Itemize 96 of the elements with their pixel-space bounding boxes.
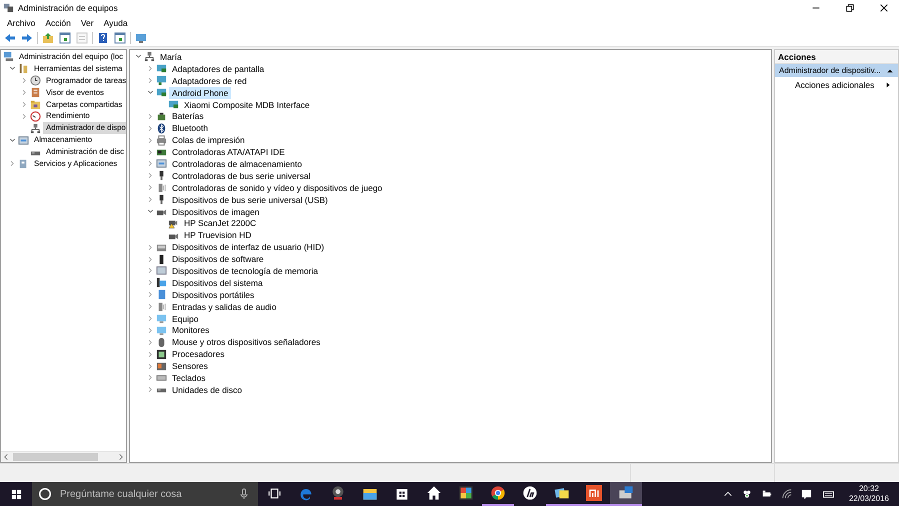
tree-item[interactable]: Dispositivos de bus serie universal (USB): [169, 194, 331, 206]
wifi-icon[interactable]: [782, 489, 792, 499]
monitor-icon: [156, 313, 167, 324]
speaker-icon: [156, 301, 167, 312]
windows-icon: [10, 488, 22, 500]
battery-icon: [156, 110, 167, 122]
tree-item[interactable]: Sensores: [169, 360, 211, 372]
menu-item[interactable]: Ayuda: [104, 18, 128, 28]
tree-item[interactable]: Controladoras de sonido y vídeo y dispositivos de juego: [169, 182, 386, 194]
home-icon[interactable]: [426, 485, 442, 501]
tiles-app-icon[interactable]: [458, 485, 474, 501]
console-tree-icon[interactable]: [114, 32, 126, 44]
tree-item[interactable]: Bluetooth: [169, 122, 211, 134]
bluetooth-icon: [156, 122, 167, 134]
help-icon[interactable]: [97, 32, 109, 44]
search-box[interactable]: Pregúntame cualquier cosa: [32, 482, 258, 506]
network-card-icon: [156, 75, 167, 86]
storage-icon: [156, 158, 167, 170]
tree-item[interactable]: Mouse y otros dispositivos señaladores: [169, 336, 324, 348]
notification-icon[interactable]: [800, 488, 812, 500]
close-icon: [879, 2, 889, 12]
tree-item[interactable]: Controladoras de almacenamiento: [169, 158, 305, 170]
assistant-circle-icon: [38, 487, 52, 501]
clock-icon: [30, 75, 41, 86]
keyboard-icon[interactable]: [820, 488, 836, 500]
speaker-icon: [156, 182, 167, 194]
menu-item[interactable]: Ver: [80, 18, 94, 28]
tree-item[interactable]: Colas de impresión: [169, 134, 248, 146]
tree-item[interactable]: Dispositivos de software: [169, 253, 267, 266]
tree-item[interactable]: Android Phone: [169, 86, 232, 99]
tree-item[interactable]: María: [157, 50, 185, 63]
menu-item[interactable]: Archivo: [7, 18, 36, 28]
tree-item[interactable]: Procesadores: [169, 348, 228, 360]
storage-icon: [18, 134, 29, 146]
cloud-sync-icon[interactable]: [742, 489, 752, 499]
computer-management-icon[interactable]: [618, 485, 634, 501]
services-icon: [18, 158, 29, 170]
memory-card-icon: [156, 265, 167, 276]
folder-icon: [30, 99, 41, 110]
mouse-icon: [156, 336, 167, 348]
app-icon: [3, 2, 14, 13]
back-arrow-icon[interactable]: [4, 32, 16, 44]
menu-item[interactable]: Acción: [45, 18, 71, 28]
submenu-triangle-icon: [885, 81, 892, 89]
network-icon: [30, 122, 41, 134]
task-view-icon: [268, 486, 280, 500]
tablet-icon: [156, 289, 167, 300]
keyboard-icon: [156, 372, 167, 384]
actions-header: Acciones: [775, 50, 898, 64]
photos-icon[interactable]: [554, 485, 570, 501]
tree-item[interactable]: Teclados: [169, 372, 209, 384]
monitor-icon[interactable]: [135, 32, 147, 44]
tree-item[interactable]: Dispositivos de tecnología de memoria: [169, 264, 321, 277]
microphone-icon: [238, 488, 250, 500]
action-link[interactable]: Acciones adicionales: [775, 77, 898, 93]
printer-icon: [156, 134, 167, 146]
card-icon: [156, 87, 167, 98]
tree-item[interactable]: Adaptadores de pantalla: [169, 62, 268, 75]
gauge-icon: [30, 110, 41, 122]
restore-icon: [845, 2, 855, 12]
card-icon: [156, 63, 167, 74]
tree-item[interactable]: Xiaomi Composite MDB Interface: [181, 98, 313, 111]
tree-item[interactable]: Equipo: [169, 312, 202, 325]
tree-item[interactable]: Monitores: [169, 324, 212, 336]
tree-item[interactable]: Controladoras ATA/ATAPI IDE: [169, 146, 288, 158]
tree-item[interactable]: Dispositivos del sistema: [169, 276, 266, 289]
tools-icon: [18, 63, 29, 74]
actions-section[interactable]: Administrador de dispositiv...: [775, 64, 898, 77]
system-folder-icon: [156, 277, 167, 288]
console-tree-icon[interactable]: [59, 32, 71, 44]
tree-item[interactable]: HP ScanJet 2200C: [181, 217, 260, 230]
tree-item[interactable]: HP Truevision HD: [181, 229, 254, 242]
tree-item[interactable]: Baterías: [169, 110, 207, 122]
webcam-icon[interactable]: [330, 485, 346, 501]
tree-item[interactable]: Unidades de disco: [169, 384, 245, 396]
log-icon: [30, 87, 41, 98]
tree-item[interactable]: Adaptadores de red: [169, 74, 250, 87]
tree-item[interactable]: Dispositivos de imagen: [169, 206, 262, 218]
card-icon: [168, 99, 179, 110]
horizontal-scrollbar[interactable]: [1, 451, 126, 462]
sensor-icon: [156, 360, 167, 372]
battery-icon[interactable]: [760, 489, 773, 499]
tree-item[interactable]: Dispositivos de interfaz de usuario (HID): [169, 241, 328, 254]
processor-icon: [156, 348, 167, 360]
clock[interactable]: 20:32 22/03/2016: [844, 484, 893, 504]
tree-item[interactable]: Dispositivos portátiles: [169, 288, 258, 301]
tree-item[interactable]: Entradas y salidas de audio: [169, 300, 280, 313]
tree-item[interactable]: Controladoras de bus serie universal: [169, 170, 314, 182]
network-icon: [144, 51, 155, 62]
app-tile-icon[interactable]: [586, 485, 602, 501]
forward-arrow-icon[interactable]: [21, 32, 33, 44]
monitor-icon: [156, 324, 167, 336]
search-input[interactable]: Pregúntame cualquier cosa: [58, 488, 232, 500]
window-title: Administración de equipos: [18, 2, 119, 12]
folder-up-icon[interactable]: [42, 32, 54, 44]
computer-icon: [3, 51, 14, 62]
